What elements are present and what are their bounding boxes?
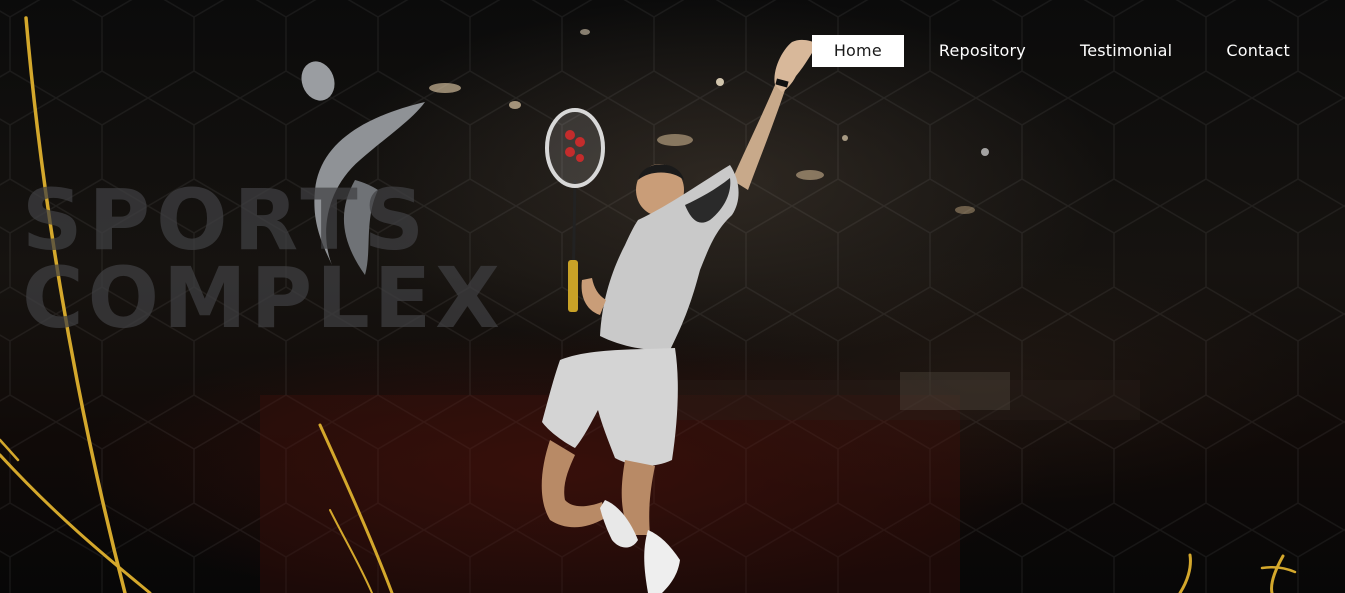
hero-banner: SPORTS COMPLEX Home Repository Testimoni…	[0, 0, 1345, 593]
racket-icon	[545, 108, 605, 312]
main-navigation: Home Repository Testimonial Contact	[811, 35, 1303, 67]
player-shoe-right	[644, 530, 680, 593]
nav-testimonial[interactable]: Testimonial	[1053, 35, 1199, 67]
logo-text-line2: COMPLEX	[22, 249, 504, 347]
sports-complex-logo[interactable]: SPORTS COMPLEX	[20, 60, 540, 340]
badminton-player-image	[541, 39, 818, 593]
nav-home[interactable]: Home	[811, 35, 904, 67]
nav-repository[interactable]: Repository	[912, 35, 1053, 67]
player-left-leg	[541, 440, 605, 528]
player-arm	[732, 85, 785, 190]
nav-contact[interactable]: Contact	[1199, 35, 1303, 67]
